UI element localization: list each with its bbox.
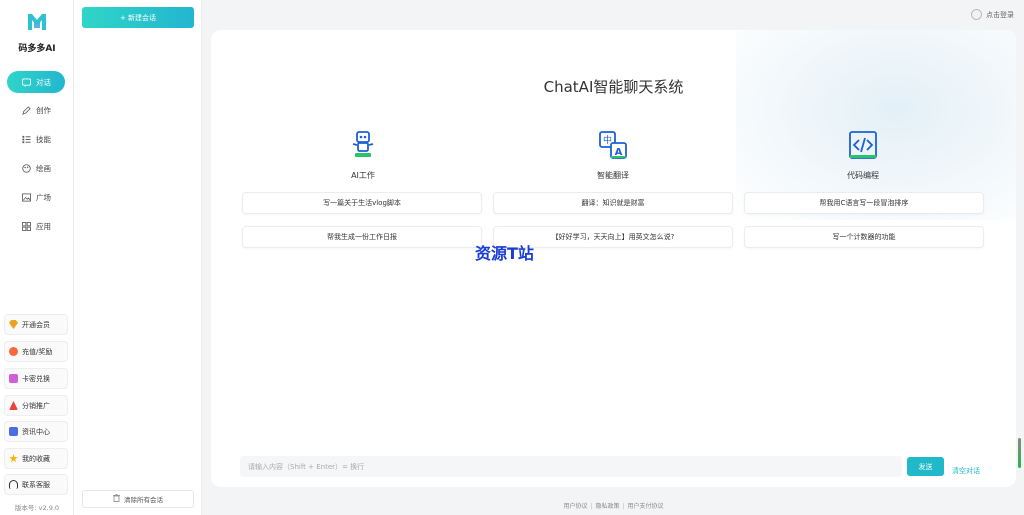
news-icon — [9, 427, 18, 436]
nav-item-plaza[interactable]: 广场 — [7, 186, 65, 208]
nav-label: 对话 — [36, 77, 51, 87]
contact-support-button[interactable]: 联系客服 — [4, 474, 68, 495]
prompt-card[interactable]: 写一个计数器的功能 — [744, 226, 984, 248]
footer-separator: | — [622, 503, 625, 510]
palette-icon — [21, 163, 31, 173]
feature-label-ai-work: AI工作 — [351, 171, 375, 180]
user-agreement-link[interactable]: 用户协议 — [563, 503, 587, 510]
new-session-button[interactable]: + 新建会话 — [82, 7, 194, 28]
share-icon — [9, 401, 18, 410]
message-input-wrapper — [240, 456, 902, 477]
star-icon — [9, 454, 18, 463]
image-icon — [21, 192, 31, 202]
scrollbar[interactable] — [1018, 438, 1021, 468]
send-button[interactable]: 发送 — [907, 457, 944, 476]
payment-agreement-link[interactable]: 用户支付协议 — [628, 503, 664, 510]
vip-icon — [9, 320, 18, 329]
page-title: ChatAI智能聊天系统 — [543, 78, 684, 96]
session-panel: + 新建会话 清除所有会话 — [74, 0, 202, 515]
prompt-card[interactable]: 写一篇关于生活vlog脚本 — [242, 192, 482, 214]
util-label: 联系客服 — [22, 480, 50, 489]
footer-links: 用户协议 | 隐私政策 | 用户支付协议 — [211, 501, 1016, 510]
nav-label: 绘画 — [36, 163, 51, 173]
apps-icon — [21, 221, 31, 231]
nav-label: 应用 — [36, 221, 51, 231]
util-label: 卡密兑换 — [22, 374, 50, 383]
news-center-button[interactable]: 资讯中心 — [4, 421, 68, 442]
version-label: 版本号: v2.9.0 — [14, 504, 60, 512]
nav-label: 创作 — [36, 105, 51, 115]
prompt-card[interactable]: 帮我用C语言写一段冒泡排序 — [744, 192, 984, 214]
card-redeem-button[interactable]: 卡密兑换 — [4, 368, 68, 389]
watermark-text: 资源T站 — [475, 244, 534, 263]
util-label: 充值/奖励 — [22, 347, 53, 356]
left-rail: 码多多AI 对话 创作 技能 绘画 广场 应用 开通会员 充值/奖励 卡密兑换 … — [0, 0, 74, 515]
prompt-card[interactable]: 翻译：知识就是财富 — [493, 192, 733, 214]
login-link[interactable]: 点击登录 — [971, 9, 1014, 20]
footer-separator: | — [590, 503, 593, 510]
distribution-button[interactable]: 分销推广 — [4, 395, 68, 416]
brand-name: 码多多AI — [18, 44, 56, 54]
open-vip-button[interactable]: 开通会员 — [4, 314, 68, 335]
logo-icon — [28, 14, 46, 30]
privacy-policy-link[interactable]: 隐私政策 — [595, 503, 619, 510]
nav-item-chat[interactable]: 对话 — [7, 71, 65, 93]
user-avatar-icon — [971, 9, 982, 20]
robot-icon — [352, 131, 374, 157]
nav-label: 广场 — [36, 192, 51, 202]
util-label: 资讯中心 — [22, 427, 50, 436]
favorites-button[interactable]: 我的收藏 — [4, 448, 68, 469]
nav-item-draw[interactable]: 绘画 — [7, 157, 65, 179]
nav-label: 技能 — [36, 134, 51, 144]
code-icon — [849, 131, 877, 159]
list-icon — [21, 134, 31, 144]
pen-icon — [21, 105, 31, 115]
util-label: 开通会员 — [22, 320, 50, 329]
trash-icon — [113, 494, 120, 504]
coin-icon — [9, 347, 18, 356]
nav-item-skills[interactable]: 技能 — [7, 128, 65, 150]
translate-icon: 中 A — [599, 131, 627, 159]
card-icon — [9, 374, 18, 383]
util-label: 我的收藏 — [22, 454, 50, 463]
clear-all-sessions-button[interactable]: 清除所有会话 — [82, 490, 194, 508]
chat-icon — [21, 77, 31, 87]
util-label: 分销推广 — [22, 401, 50, 410]
headset-icon — [9, 480, 18, 489]
clear-all-label: 清除所有会话 — [124, 496, 163, 504]
login-label: 点击登录 — [986, 10, 1014, 19]
chat-welcome-card: ChatAI智能聊天系统 AI工作 中 A 智能翻译 代码编程 写一篇关于生活v… — [211, 30, 1016, 487]
nav-item-create[interactable]: 创作 — [7, 99, 65, 121]
message-input[interactable] — [248, 462, 902, 471]
feature-label-code: 代码编程 — [847, 171, 879, 180]
prompt-card[interactable]: 帮我生成一份工作日报 — [242, 226, 482, 248]
recharge-button[interactable]: 充值/奖励 — [4, 341, 68, 362]
nav-item-apps[interactable]: 应用 — [7, 215, 65, 237]
feature-label-translate: 智能翻译 — [597, 171, 629, 180]
clear-chat-link[interactable]: 清空对话 — [952, 466, 980, 476]
